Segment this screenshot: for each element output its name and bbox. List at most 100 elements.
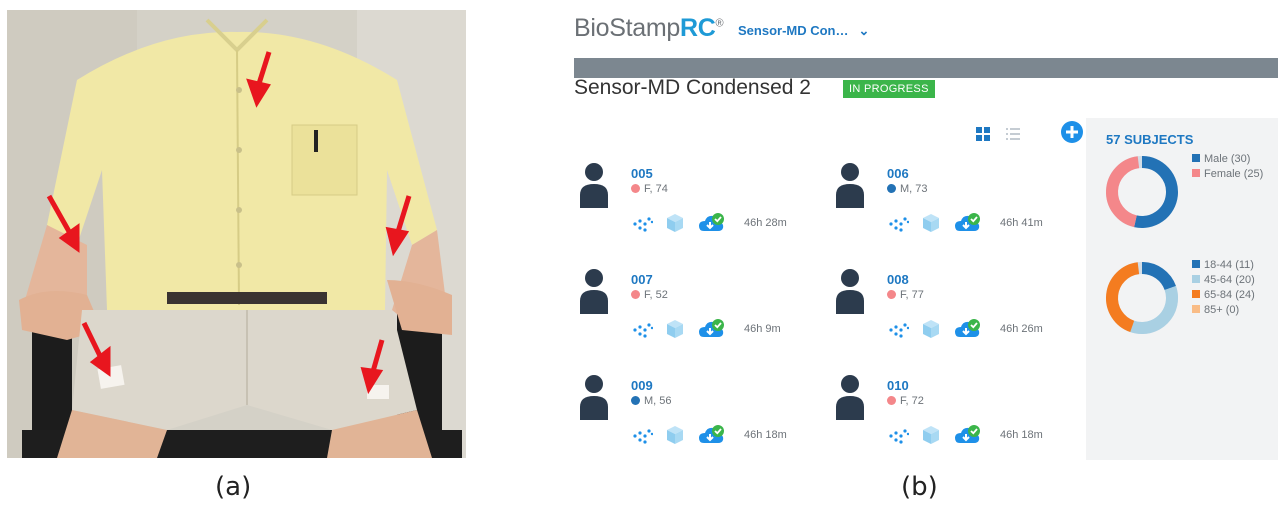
cube-icon[interactable] bbox=[666, 425, 684, 445]
seated-person-illustration bbox=[7, 10, 466, 458]
recording-duration: 46h 41m bbox=[1000, 217, 1043, 229]
person-avatar-icon bbox=[836, 269, 864, 314]
subject-card[interactable]: 007 F, 52 46h 9m bbox=[574, 268, 824, 368]
legend-swatch bbox=[1192, 260, 1200, 268]
cube-icon[interactable] bbox=[666, 319, 684, 339]
subject-id-link[interactable]: 005 bbox=[631, 166, 653, 181]
legend-label: 85+ (0) bbox=[1204, 304, 1240, 316]
header-bar bbox=[574, 58, 1278, 78]
legend-item: 65-84 (24) bbox=[1192, 288, 1255, 303]
recording-duration: 46h 28m bbox=[744, 217, 787, 229]
recording-duration: 46h 18m bbox=[744, 429, 787, 441]
brand-logo: BioStampRC® bbox=[574, 14, 724, 42]
recording-duration: 46h 9m bbox=[744, 323, 781, 335]
legend-swatch bbox=[1192, 275, 1200, 283]
legend-item: Male (30) bbox=[1192, 152, 1263, 167]
sensor-data-icon[interactable] bbox=[889, 216, 909, 232]
list-view-icon[interactable] bbox=[1006, 127, 1020, 141]
sensor-data-icon[interactable] bbox=[889, 322, 909, 338]
legend-label: Female (25) bbox=[1204, 168, 1264, 180]
sensor-data-icon[interactable] bbox=[633, 216, 653, 232]
subject-demographics: F, 74 bbox=[631, 183, 668, 195]
caption-a: (a) bbox=[215, 472, 252, 502]
legend-item: 45-64 (20) bbox=[1192, 273, 1255, 288]
caption-b: (b) bbox=[901, 472, 938, 502]
cube-icon[interactable] bbox=[922, 213, 940, 233]
cloud-download-complete-icon[interactable] bbox=[955, 318, 981, 340]
demographics-text: F, 52 bbox=[644, 289, 668, 301]
sex-indicator-dot bbox=[887, 184, 896, 193]
sensor-data-icon[interactable] bbox=[633, 322, 653, 338]
subject-card[interactable]: 008 F, 77 46h 26m bbox=[830, 268, 1080, 368]
subject-id-link[interactable]: 008 bbox=[887, 272, 909, 287]
sensor-data-icon[interactable] bbox=[889, 428, 909, 444]
subject-list: 005 F, 74 46h 28m 006 M, 73 46h 41m 007 F, 52 46… bbox=[574, 118, 1086, 460]
sex-donut-chart bbox=[1106, 156, 1178, 228]
cube-icon[interactable] bbox=[666, 213, 684, 233]
subject-demographics: F, 72 bbox=[887, 395, 924, 407]
cube-icon[interactable] bbox=[922, 425, 940, 445]
subject-card[interactable]: 010 F, 72 46h 18m bbox=[830, 374, 1080, 474]
project-selector[interactable]: Sensor-MD Con… ⌄ bbox=[738, 23, 869, 39]
demographics-text: F, 74 bbox=[644, 183, 668, 195]
subject-photo bbox=[7, 10, 466, 458]
subject-id-link[interactable]: 009 bbox=[631, 378, 653, 393]
sex-indicator-dot bbox=[887, 290, 896, 299]
person-avatar-icon bbox=[836, 163, 864, 208]
donut-slice-female bbox=[1106, 156, 1140, 228]
subject-demographics: M, 73 bbox=[887, 183, 928, 195]
cloud-download-complete-icon[interactable] bbox=[699, 212, 725, 234]
recording-duration: 46h 18m bbox=[1000, 429, 1043, 441]
legend-item: 85+ (0) bbox=[1192, 303, 1255, 318]
sex-legend: Male (30) Female (25) bbox=[1192, 152, 1263, 182]
cube-icon[interactable] bbox=[922, 319, 940, 339]
biostamp-app-window: BioStampRC® Sensor-MD Con… ⌄ Sensor-MD Co… bbox=[560, 10, 1278, 460]
legend-swatch bbox=[1192, 169, 1200, 177]
subject-id-link[interactable]: 007 bbox=[631, 272, 653, 287]
grid-view-icon[interactable] bbox=[976, 127, 990, 141]
add-subject-button[interactable] bbox=[1061, 121, 1083, 143]
cloud-download-complete-icon[interactable] bbox=[699, 424, 725, 446]
legend-label: Male (30) bbox=[1204, 153, 1251, 165]
legend-swatch bbox=[1192, 154, 1200, 162]
demographics-text: F, 72 bbox=[900, 395, 924, 407]
chevron-down-icon: ⌄ bbox=[858, 23, 870, 38]
demographics-text: F, 77 bbox=[900, 289, 924, 301]
subject-count: 57 SUBJECTS bbox=[1106, 132, 1194, 147]
recording-duration: 46h 26m bbox=[1000, 323, 1043, 335]
cloud-download-complete-icon[interactable] bbox=[699, 318, 725, 340]
subject-id-link[interactable]: 010 bbox=[887, 378, 909, 393]
donut-slice-45-64 bbox=[1130, 286, 1178, 334]
legend-item: 18-44 (11) bbox=[1192, 258, 1255, 273]
study-title: Sensor-MD Condensed 2 bbox=[574, 76, 811, 99]
sex-indicator-dot bbox=[631, 184, 640, 193]
demographics-text: M, 56 bbox=[644, 395, 672, 407]
cloud-download-complete-icon[interactable] bbox=[955, 424, 981, 446]
legend-item: Female (25) bbox=[1192, 167, 1263, 182]
donut-slice-65-84 bbox=[1106, 262, 1140, 333]
person-avatar-icon bbox=[580, 375, 608, 420]
legend-label: 18-44 (11) bbox=[1204, 259, 1254, 271]
person-avatar-icon bbox=[580, 269, 608, 314]
subject-card[interactable]: 005 F, 74 46h 28m bbox=[574, 162, 824, 262]
subject-card[interactable]: 006 M, 73 46h 41m bbox=[830, 162, 1080, 262]
sex-indicator-dot bbox=[631, 396, 640, 405]
subject-demographics: F, 52 bbox=[631, 289, 668, 301]
subject-card[interactable]: 009 M, 56 46h 18m bbox=[574, 374, 824, 474]
person-avatar-icon bbox=[580, 163, 608, 208]
legend-swatch bbox=[1192, 305, 1200, 313]
sex-indicator-dot bbox=[887, 396, 896, 405]
legend-swatch bbox=[1192, 290, 1200, 298]
project-selector-label: Sensor-MD Con… bbox=[738, 23, 849, 38]
cloud-download-complete-icon[interactable] bbox=[955, 212, 981, 234]
person-avatar-icon bbox=[836, 375, 864, 420]
donut-slice-18-44 bbox=[1141, 262, 1176, 291]
status-badge: IN PROGRESS bbox=[843, 80, 935, 98]
sensor-data-icon[interactable] bbox=[633, 428, 653, 444]
subject-demographics: M, 56 bbox=[631, 395, 672, 407]
subjects-summary-panel: 57 SUBJECTS Male (30) Female (25) 18-44 (… bbox=[1086, 118, 1278, 460]
demographics-text: M, 73 bbox=[900, 183, 928, 195]
sex-indicator-dot bbox=[631, 290, 640, 299]
age-legend: 18-44 (11) 45-64 (20) 65-84 (24) 85+ (0) bbox=[1192, 258, 1255, 318]
subject-id-link[interactable]: 006 bbox=[887, 166, 909, 181]
